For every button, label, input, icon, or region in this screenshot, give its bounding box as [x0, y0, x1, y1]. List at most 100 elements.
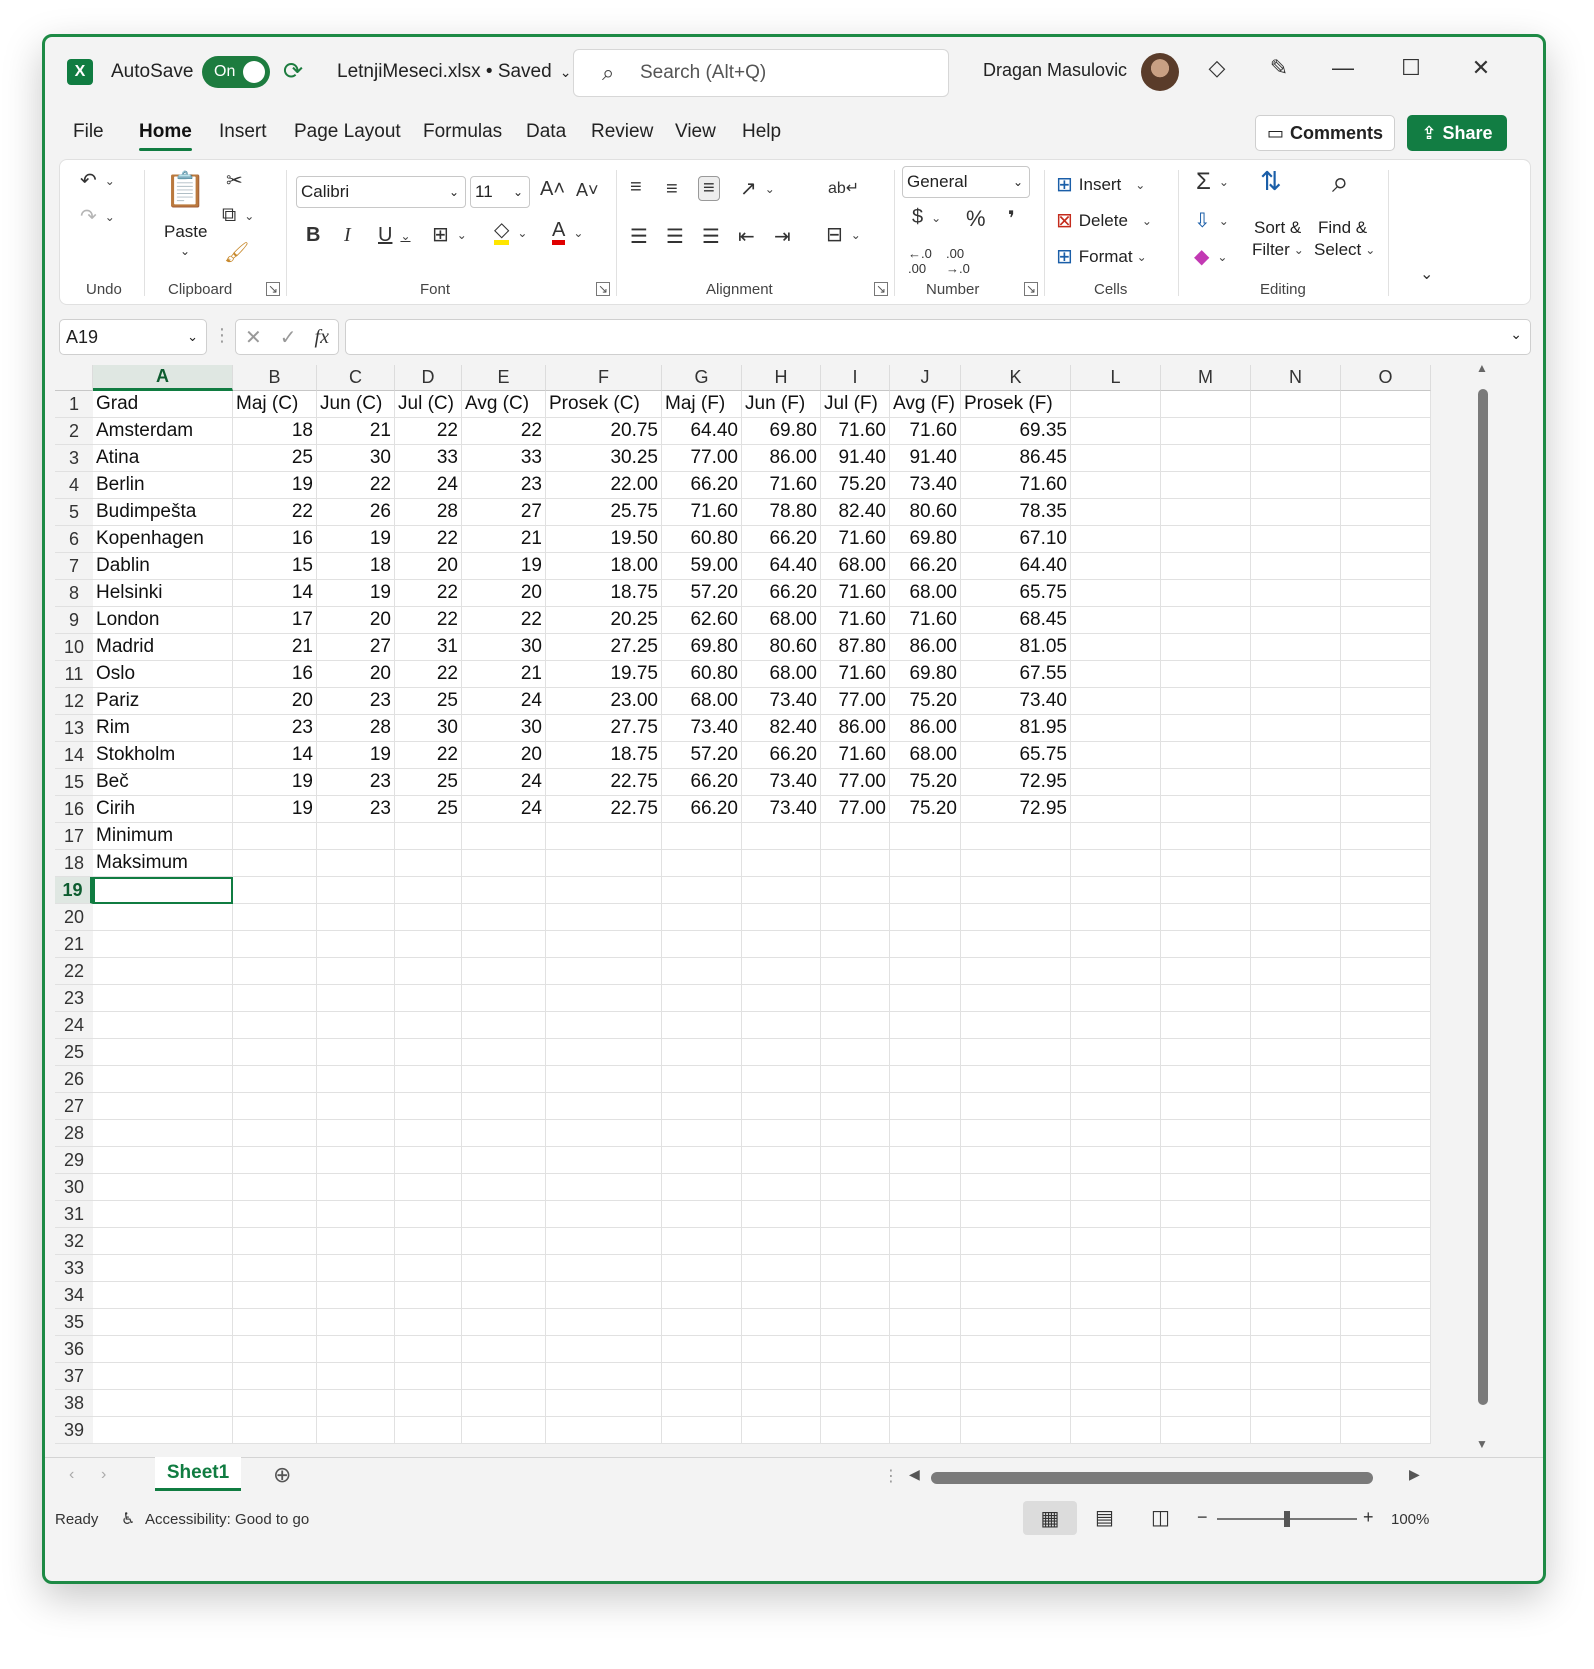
row-header-33[interactable]: 33	[55, 1255, 93, 1282]
cell-a35[interactable]	[93, 1309, 233, 1336]
page-layout-view-icon[interactable]: ▤	[1095, 1505, 1114, 1530]
cell-e15[interactable]: 24	[462, 769, 546, 796]
sheet-tab-sheet1[interactable]: Sheet1	[155, 1457, 241, 1491]
cell-b37[interactable]	[233, 1363, 317, 1390]
cell-b36[interactable]	[233, 1336, 317, 1363]
cell-j39[interactable]	[890, 1417, 961, 1444]
cell-d33[interactable]	[395, 1255, 462, 1282]
chevron-down-icon[interactable]: ⌄	[180, 244, 190, 258]
cell-o24[interactable]	[1341, 1012, 1431, 1039]
column-header-g[interactable]: G	[662, 365, 742, 391]
cell-l24[interactable]	[1071, 1012, 1161, 1039]
cell-g37[interactable]	[662, 1363, 742, 1390]
row-header-37[interactable]: 37	[55, 1363, 93, 1390]
cell-g12[interactable]: 68.00	[662, 688, 742, 715]
cell-c17[interactable]	[317, 823, 395, 850]
cell-g23[interactable]	[662, 985, 742, 1012]
cell-m1[interactable]	[1161, 391, 1251, 418]
cell-m19[interactable]	[1161, 877, 1251, 904]
cell-d5[interactable]: 28	[395, 499, 462, 526]
cell-i9[interactable]: 71.60	[821, 607, 890, 634]
cell-o30[interactable]	[1341, 1174, 1431, 1201]
increase-indent-icon[interactable]: ⇥	[774, 224, 791, 249]
cell-j30[interactable]	[890, 1174, 961, 1201]
cell-e33[interactable]	[462, 1255, 546, 1282]
cell-c39[interactable]	[317, 1417, 395, 1444]
cell-l4[interactable]	[1071, 472, 1161, 499]
format-cells-button[interactable]: ⊞ Format ⌄	[1056, 244, 1147, 269]
cell-l12[interactable]	[1071, 688, 1161, 715]
cell-m11[interactable]	[1161, 661, 1251, 688]
cell-h18[interactable]	[742, 850, 821, 877]
cell-h17[interactable]	[742, 823, 821, 850]
cell-l9[interactable]	[1071, 607, 1161, 634]
cell-k2[interactable]: 69.35	[961, 418, 1071, 445]
close-icon[interactable]: ✕	[1461, 55, 1501, 81]
cell-a32[interactable]	[93, 1228, 233, 1255]
cell-g15[interactable]: 66.20	[662, 769, 742, 796]
cancel-icon[interactable]: ✕	[245, 325, 262, 350]
cell-k31[interactable]	[961, 1201, 1071, 1228]
cell-h29[interactable]	[742, 1147, 821, 1174]
cell-o11[interactable]	[1341, 661, 1431, 688]
find-select-button[interactable]: Select ⌄	[1314, 240, 1375, 260]
cell-j33[interactable]	[890, 1255, 961, 1282]
next-sheet-icon[interactable]: ›	[101, 1466, 106, 1484]
row-header-35[interactable]: 35	[55, 1309, 93, 1336]
italic-button[interactable]: I	[344, 224, 351, 247]
cell-i1[interactable]: Jul (F)	[821, 391, 890, 418]
cell-c31[interactable]	[317, 1201, 395, 1228]
comments-button[interactable]: ▭ Comments	[1255, 115, 1395, 151]
cell-i31[interactable]	[821, 1201, 890, 1228]
bold-button[interactable]: B	[306, 224, 320, 247]
cell-o28[interactable]	[1341, 1120, 1431, 1147]
row-header-3[interactable]: 3	[55, 445, 93, 472]
cell-o38[interactable]	[1341, 1390, 1431, 1417]
cell-o2[interactable]	[1341, 418, 1431, 445]
cell-k13[interactable]: 81.95	[961, 715, 1071, 742]
row-header-20[interactable]: 20	[55, 904, 93, 931]
cell-a12[interactable]: Pariz	[93, 688, 233, 715]
cell-d38[interactable]	[395, 1390, 462, 1417]
cell-a2[interactable]: Amsterdam	[93, 418, 233, 445]
cell-b7[interactable]: 15	[233, 553, 317, 580]
cell-e32[interactable]	[462, 1228, 546, 1255]
cell-f17[interactable]	[546, 823, 662, 850]
cell-e27[interactable]	[462, 1093, 546, 1120]
cell-l16[interactable]	[1071, 796, 1161, 823]
save-sync-icon[interactable]: ⟳	[283, 57, 303, 86]
cell-m4[interactable]	[1161, 472, 1251, 499]
align-center-icon[interactable]: ☰	[666, 224, 684, 249]
font-launcher-icon[interactable]: ↘	[596, 282, 610, 296]
cell-f9[interactable]: 20.25	[546, 607, 662, 634]
cell-i35[interactable]	[821, 1309, 890, 1336]
cell-a39[interactable]	[93, 1417, 233, 1444]
select-all-corner[interactable]	[55, 365, 93, 391]
cell-g13[interactable]: 73.40	[662, 715, 742, 742]
cell-h4[interactable]: 71.60	[742, 472, 821, 499]
cell-e18[interactable]	[462, 850, 546, 877]
cell-j28[interactable]	[890, 1120, 961, 1147]
cell-e16[interactable]: 24	[462, 796, 546, 823]
cell-h5[interactable]: 78.80	[742, 499, 821, 526]
cell-h35[interactable]	[742, 1309, 821, 1336]
cell-k4[interactable]: 71.60	[961, 472, 1071, 499]
cell-l17[interactable]	[1071, 823, 1161, 850]
cell-k35[interactable]	[961, 1309, 1071, 1336]
cell-m39[interactable]	[1161, 1417, 1251, 1444]
cell-h12[interactable]: 73.40	[742, 688, 821, 715]
cell-c1[interactable]: Jun (C)	[317, 391, 395, 418]
row-header-21[interactable]: 21	[55, 931, 93, 958]
cell-m24[interactable]	[1161, 1012, 1251, 1039]
cell-c34[interactable]	[317, 1282, 395, 1309]
cell-i11[interactable]: 71.60	[821, 661, 890, 688]
cell-j1[interactable]: Avg (F)	[890, 391, 961, 418]
cell-j27[interactable]	[890, 1093, 961, 1120]
cell-n11[interactable]	[1251, 661, 1341, 688]
tab-home[interactable]: Home	[139, 121, 192, 151]
name-box[interactable]: A19 ⌄	[59, 319, 207, 355]
cell-l13[interactable]	[1071, 715, 1161, 742]
cell-e24[interactable]	[462, 1012, 546, 1039]
cell-e6[interactable]: 21	[462, 526, 546, 553]
row-header-16[interactable]: 16	[55, 796, 93, 823]
